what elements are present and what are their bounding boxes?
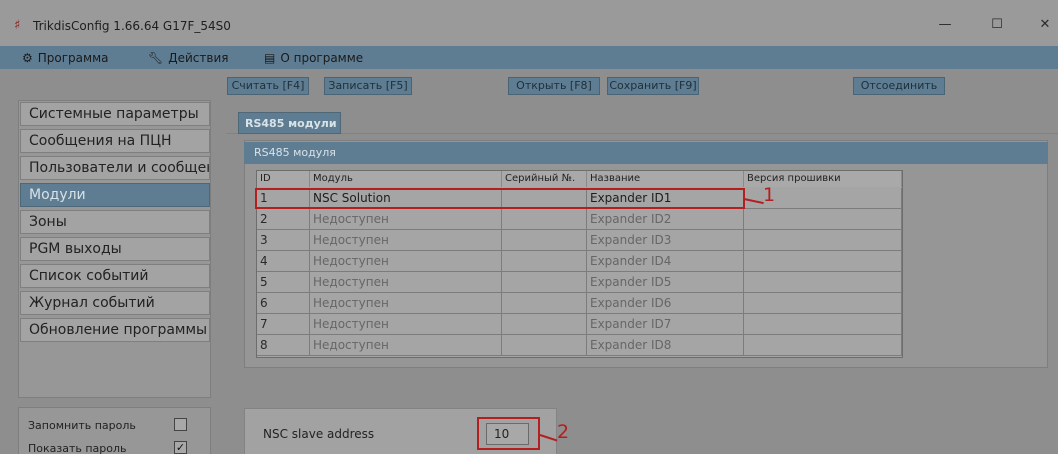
table-cell-name[interactable]: Expander ID6 [587,293,744,314]
table-cell-firmware[interactable] [744,293,902,314]
gear-icon: ⚙ [22,50,33,65]
write-button[interactable]: Записать [F5] [324,77,412,95]
menu-actions[interactable]: 🔧︎ Действия [148,49,228,66]
table-cell-firmware[interactable] [744,209,902,230]
table-cell-id[interactable]: 8 [257,335,310,356]
minimize-button[interactable]: — [930,16,960,34]
sidebar-item-cms-messages[interactable]: Сообщения на ПЦН [20,129,210,153]
table-cell-firmware[interactable] [744,230,902,251]
disconnect-button[interactable]: Отсоединить [853,77,945,95]
table-cell-id[interactable]: 5 [257,272,310,293]
table-cell-name[interactable]: Expander ID8 [587,335,744,356]
menu-program[interactable]: ⚙ Программа [22,49,108,66]
table-cell-module[interactable]: Недоступен [310,293,502,314]
highlight-box-row-1 [255,188,745,209]
open-button[interactable]: Открыть [F8] [508,77,600,95]
table-cell-serial[interactable] [502,314,587,335]
menu-about-label: О программе [280,50,364,65]
column-header-serial: Серийный №. [502,171,587,187]
close-button[interactable]: ✕ [1030,16,1058,34]
table-cell-serial[interactable] [502,230,587,251]
table-cell-module[interactable]: Недоступен [310,251,502,272]
menu-actions-label: Действия [168,50,229,65]
save-button[interactable]: Сохранить [F9] [607,77,699,95]
table-cell-module[interactable]: Недоступен [310,209,502,230]
table-cell-id[interactable]: 4 [257,251,310,272]
sidebar-item-zones[interactable]: Зоны [20,210,210,234]
sidebar-item-modules[interactable]: Модули [20,183,210,207]
highlight-box-slave-address [477,417,540,450]
table-cell-id[interactable]: 3 [257,230,310,251]
read-button[interactable]: Считать [F4] [227,77,309,95]
annotation-number-2: 2 [557,421,570,443]
annotation-number-1: 1 [763,184,776,206]
info-window-icon: ▤ [264,50,276,65]
tab-rs485-modules[interactable]: RS485 модули [238,112,341,134]
table-cell-firmware[interactable] [744,272,902,293]
table-cell-serial[interactable] [502,293,587,314]
menu-about[interactable]: ▤ О программе [264,49,363,66]
table-cell-module[interactable]: Недоступен [310,230,502,251]
sidebar-item-system-params[interactable]: Системные параметры [20,102,210,126]
table-cell-firmware[interactable] [744,251,902,272]
sidebar-item-pgm-outputs[interactable]: PGM выходы [20,237,210,261]
app-logo-icon: ♯ [14,18,21,33]
table-cell-serial[interactable] [502,272,587,293]
table-cell-firmware[interactable] [744,314,902,335]
sidebar-item-users-messages[interactable]: Пользователи и сообщен [20,156,210,180]
remember-password-checkbox[interactable] [174,418,187,431]
column-header-id: ID [257,171,310,187]
table-cell-module[interactable]: Недоступен [310,335,502,356]
table-cell-module[interactable]: Недоступен [310,314,502,335]
menu-program-label: Программа [37,50,109,65]
table-cell-name[interactable]: Expander ID3 [587,230,744,251]
sidebar-item-firmware-update[interactable]: Обновление программы [20,318,210,342]
table-cell-serial[interactable] [502,335,587,356]
panel-title: RS485 модуля [244,142,1048,164]
sidebar-item-event-log[interactable]: Журнал событий [20,291,210,315]
remember-password-label: Запомнить пароль [28,419,136,432]
column-header-module: Модуль [310,171,502,187]
table-cell-name[interactable]: Expander ID4 [587,251,744,272]
table-cell-serial[interactable] [502,209,587,230]
table-cell-module[interactable]: Недоступен [310,272,502,293]
slave-address-label: NSC slave address [263,427,375,441]
sidebar-item-event-list[interactable]: Список событий [20,264,210,288]
column-header-name: Название [587,171,744,187]
show-password-label: Показать пароль [28,442,127,454]
wrench-icon: 🔧︎ [148,50,164,65]
table-cell-id[interactable]: 6 [257,293,310,314]
window-title: TrikdisConfig 1.66.64 G17F_54S0 [33,19,231,33]
table-cell-id[interactable]: 2 [257,209,310,230]
table-cell-name[interactable]: Expander ID2 [587,209,744,230]
tab-underline [226,133,1058,134]
table-cell-id[interactable]: 7 [257,314,310,335]
table-cell-serial[interactable] [502,251,587,272]
table-cell-firmware[interactable] [744,335,902,356]
table-cell-name[interactable]: Expander ID7 [587,314,744,335]
maximize-button[interactable]: ☐ [982,16,1012,34]
show-password-checkbox[interactable]: ✓ [174,441,187,454]
table-cell-name[interactable]: Expander ID5 [587,272,744,293]
